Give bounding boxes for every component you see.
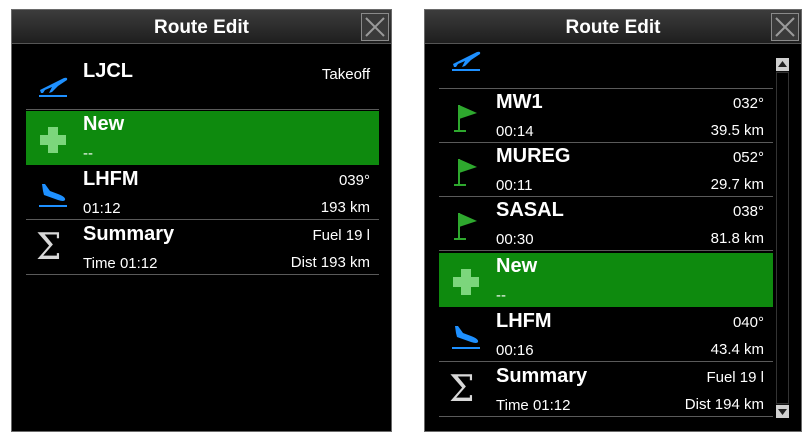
new-waypoint-row[interactable]: New -- <box>439 253 773 307</box>
arrow-down-icon <box>778 409 787 415</box>
sigma-icon: Σ <box>449 369 475 410</box>
summary-row: Σ Summary Time 01:12 Fuel 19 l Dist 194 … <box>439 363 773 417</box>
takeoff-icon <box>39 77 68 97</box>
waypoint-sub: -- <box>83 145 93 162</box>
summary-time: Time 01:12 <box>83 255 158 272</box>
waypoint-name: New <box>83 113 125 135</box>
close-button[interactable] <box>361 13 389 41</box>
route-row-lhfm[interactable]: LHFM 00:16 040° 43.4 km <box>439 308 773 362</box>
leg-time: 00:14 <box>496 123 534 140</box>
flag-icon <box>454 105 477 132</box>
dialog-title: Route Edit <box>154 17 249 38</box>
waypoint-name: MW1 <box>496 91 543 113</box>
summary-row: Σ Summary Time 01:12 Fuel 19 l Dist 193 … <box>26 221 379 275</box>
route-row-lhfm[interactable]: LHFM 01:12 039° 193 km <box>26 166 379 220</box>
leg-heading: 040° <box>732 314 764 331</box>
leg-heading: 038° <box>732 203 764 220</box>
summary-label: Summary <box>83 223 175 245</box>
route-row-mw1[interactable]: MW1 00:14 032° 39.5 km <box>439 89 773 143</box>
summary-fuel: Fuel 19 l <box>706 369 764 386</box>
flag-icon <box>454 213 477 240</box>
leg-heading: 039° <box>338 172 370 189</box>
route-row-mureg[interactable]: MUREG 00:11 052° 29.7 km <box>439 143 773 197</box>
summary-time: Time 01:12 <box>496 397 571 414</box>
scroll-up-button[interactable] <box>776 58 789 71</box>
title-bar: Route Edit <box>12 10 391 44</box>
leg-distance: 29.7 km <box>710 176 764 193</box>
close-icon <box>365 17 385 37</box>
waypoint-type: Takeoff <box>321 66 370 83</box>
waypoint-name: LJCL <box>83 60 133 82</box>
close-button[interactable] <box>771 13 799 41</box>
new-waypoint-row[interactable]: New -- <box>26 111 379 165</box>
landing-icon <box>452 326 480 349</box>
waypoint-name: MUREG <box>496 145 571 167</box>
leg-time: 00:11 <box>496 177 533 194</box>
summary-distance: Dist 194 km <box>684 396 764 413</box>
leg-distance: 81.8 km <box>710 230 764 247</box>
waypoint-name: New <box>496 255 538 277</box>
waypoint-name: SASAL <box>496 199 564 221</box>
close-icon <box>775 17 795 37</box>
add-icon <box>453 269 479 295</box>
summary-fuel: Fuel 19 l <box>312 227 370 244</box>
leg-heading: 052° <box>732 149 764 166</box>
route-row-sasal[interactable]: SASAL 00:30 038° 81.8 km <box>439 197 773 251</box>
waypoint-name: LHFM <box>83 168 139 190</box>
leg-time: 00:30 <box>496 231 534 248</box>
waypoint-sub: -- <box>496 287 506 304</box>
leg-distance: 193 km <box>320 199 370 216</box>
sigma-icon: Σ <box>36 227 62 268</box>
scroll-down-button[interactable] <box>776 405 789 418</box>
route-row-ljcl[interactable]: LJCL Takeoff <box>26 56 379 110</box>
scrollbar[interactable] <box>776 58 789 418</box>
leg-distance: 39.5 km <box>710 122 764 139</box>
route-row-takeoff-partial[interactable] <box>439 36 773 89</box>
leg-time: 01:12 <box>83 200 121 217</box>
scroll-thumb[interactable] <box>776 72 789 404</box>
route-edit-dialog-left: Route Edit LJCL Takeoff New -- LHFM 01:1… <box>11 9 392 432</box>
leg-distance: 43.4 km <box>710 341 764 358</box>
leg-heading: 032° <box>732 95 764 112</box>
takeoff-icon <box>452 51 481 71</box>
add-icon <box>40 127 66 153</box>
route-edit-dialog-right: Route Edit MW1 00:14 032° 39.5 km MUREG … <box>424 9 802 432</box>
waypoint-name: LHFM <box>496 310 552 332</box>
leg-time: 00:16 <box>496 342 534 359</box>
summary-distance: Dist 193 km <box>290 254 370 271</box>
landing-icon <box>39 184 67 207</box>
flag-icon <box>454 159 477 186</box>
arrow-up-icon <box>778 61 787 67</box>
summary-label: Summary <box>496 365 588 387</box>
